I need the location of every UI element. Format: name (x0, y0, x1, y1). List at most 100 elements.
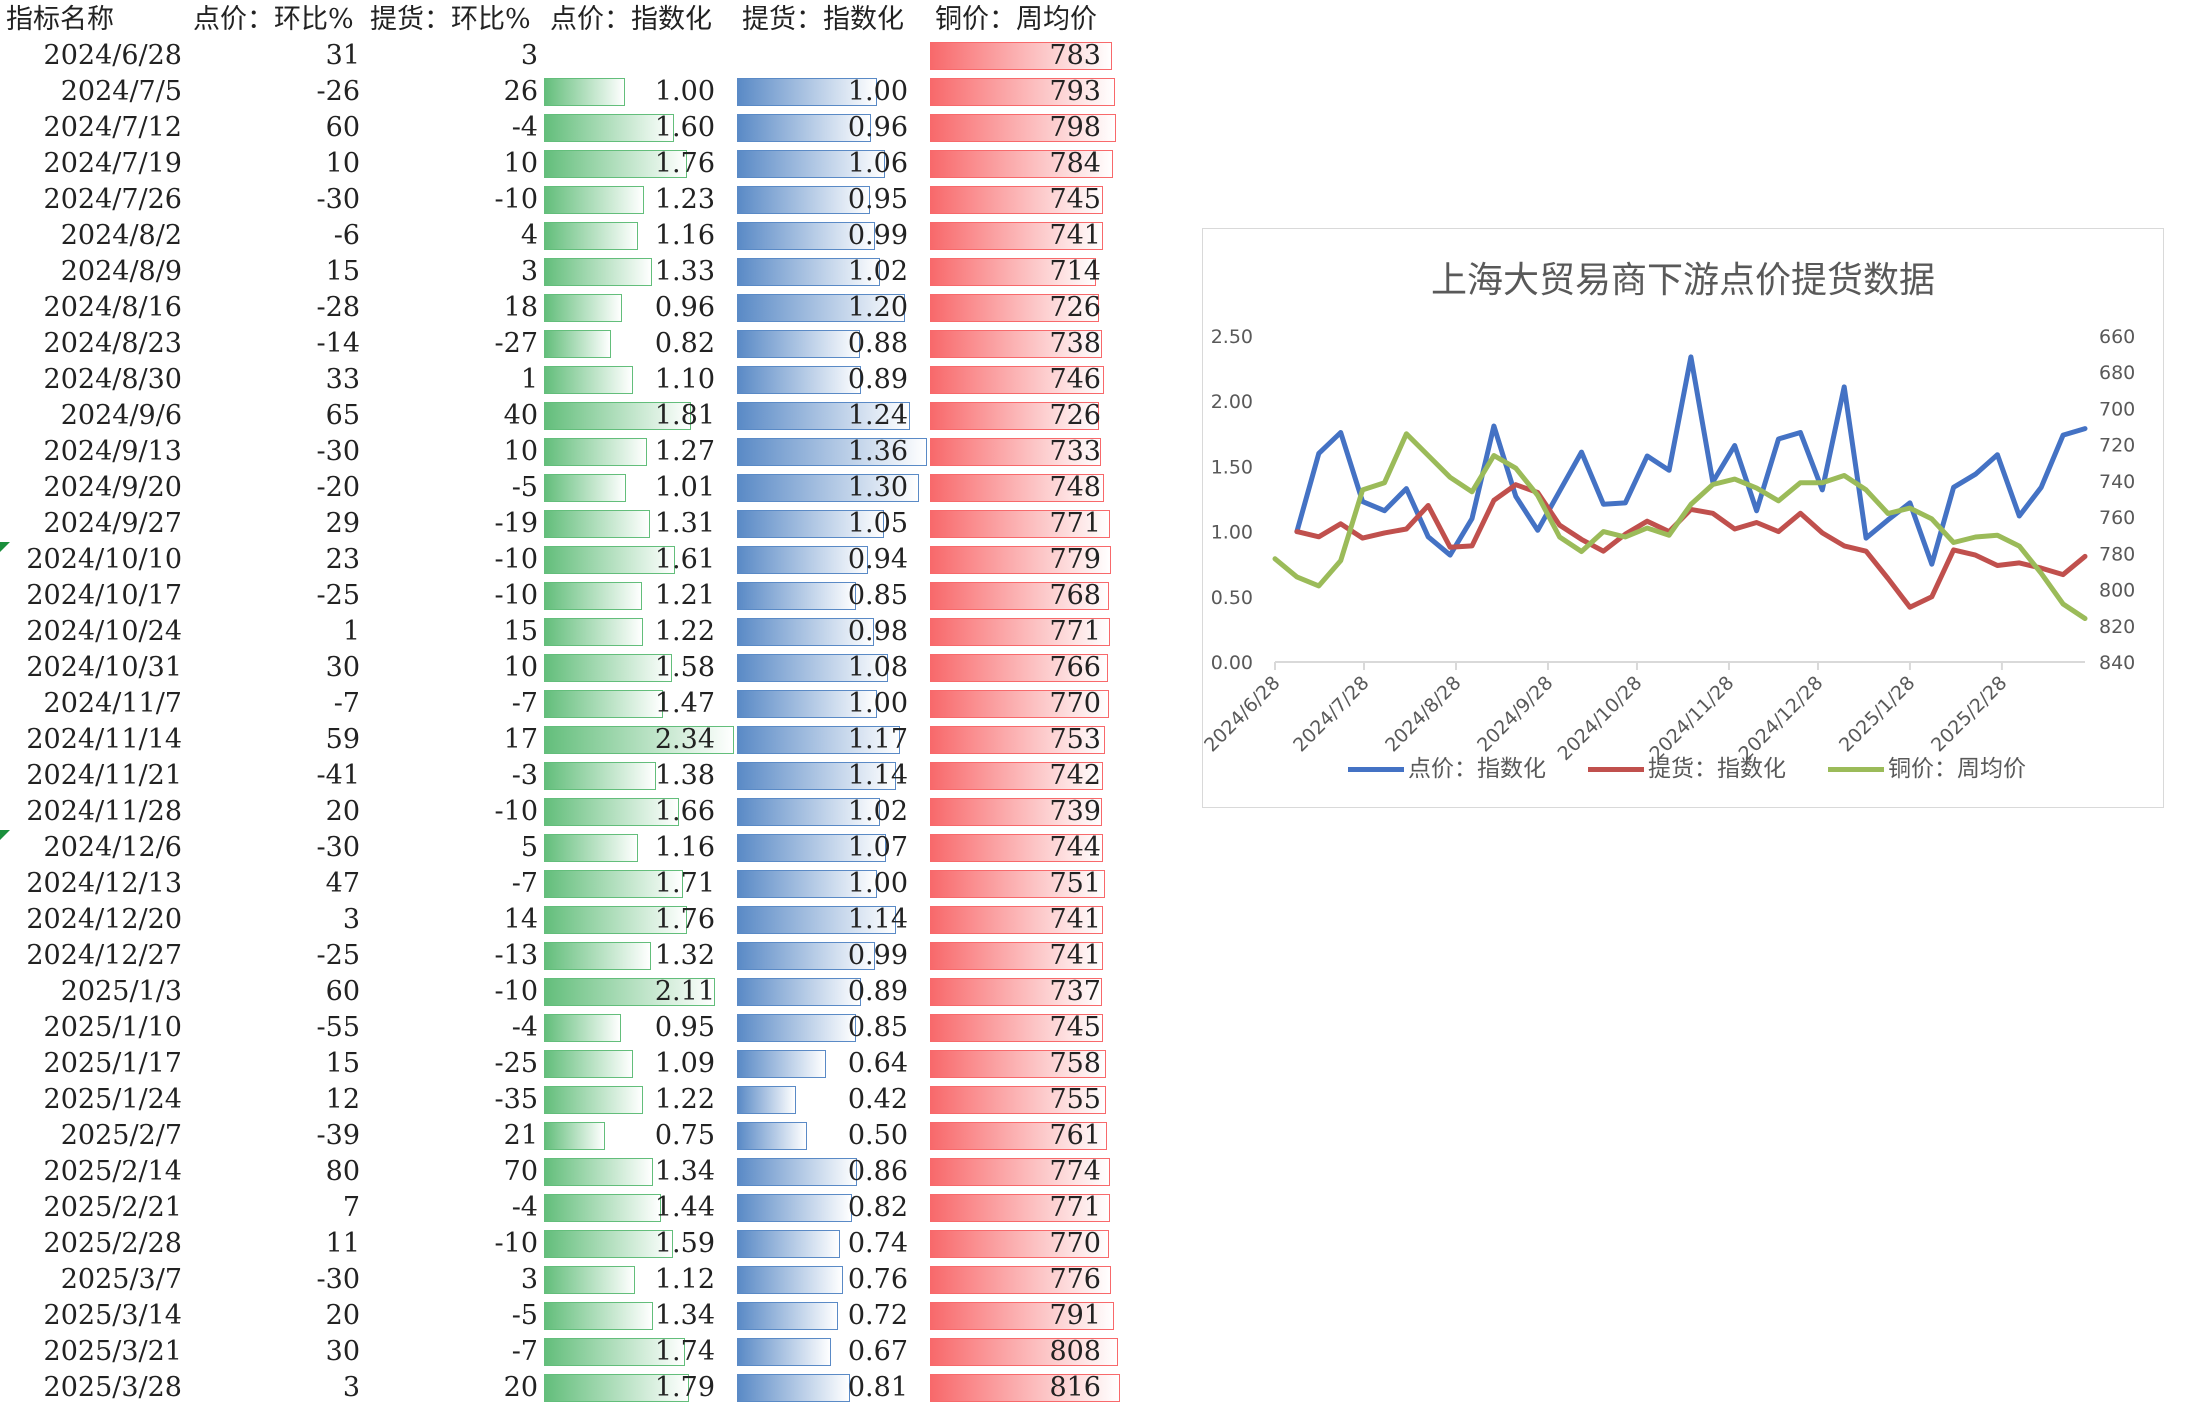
header-dianjia-index[interactable]: 点价：指数化 (550, 2, 712, 38)
dianjia-index-cell[interactable]: 1.38 (543, 758, 735, 794)
date-cell[interactable]: 2024/11/28 (0, 794, 182, 830)
dianjia-index-cell[interactable]: 1.59 (543, 1226, 735, 1262)
date-cell[interactable]: 2025/3/7 (0, 1262, 182, 1298)
date-cell[interactable]: 2024/8/23 (0, 326, 182, 362)
copper-price-cell[interactable]: 774 (929, 1154, 1121, 1190)
date-cell[interactable]: 2024/6/28 (0, 38, 182, 74)
date-cell[interactable]: 2024/8/9 (0, 254, 182, 290)
copper-price-cell[interactable]: 733 (929, 434, 1121, 470)
dianjia-mom-cell[interactable]: 47 (190, 866, 360, 902)
date-cell[interactable]: 2024/10/17 (0, 578, 182, 614)
header-copper-price[interactable]: 铜价：周均价 (935, 2, 1097, 38)
tihuo-mom-cell[interactable]: -4 (368, 110, 538, 146)
tihuo-mom-cell[interactable]: 14 (368, 902, 538, 938)
dianjia-index-cell[interactable]: 1.09 (543, 1046, 735, 1082)
copper-price-cell[interactable]: 737 (929, 974, 1121, 1010)
copper-price-cell[interactable]: 771 (929, 506, 1121, 542)
date-cell[interactable]: 2024/7/19 (0, 146, 182, 182)
tihuo-mom-cell[interactable]: -10 (368, 794, 538, 830)
tihuo-mom-cell[interactable]: 26 (368, 74, 538, 110)
tihuo-mom-cell[interactable]: 10 (368, 146, 538, 182)
line-chart[interactable]: 上海大贸易商下游点价提货数据 0.00 0.50 1.00 1.50 2.00 2.50 6… (1200, 228, 2164, 808)
copper-price-cell[interactable]: 808 (929, 1334, 1121, 1370)
copper-price-cell[interactable]: 748 (929, 470, 1121, 506)
tihuo-index-cell[interactable]: 0.96 (736, 110, 928, 146)
dianjia-mom-cell[interactable]: 60 (190, 974, 360, 1010)
copper-price-cell[interactable]: 816 (929, 1370, 1121, 1406)
dianjia-index-cell[interactable]: 1.34 (543, 1154, 735, 1190)
dianjia-mom-cell[interactable]: -28 (190, 290, 360, 326)
date-cell[interactable]: 2025/2/21 (0, 1190, 182, 1226)
date-cell[interactable]: 2025/1/17 (0, 1046, 182, 1082)
date-cell[interactable]: 2024/9/13 (0, 434, 182, 470)
dianjia-index-cell[interactable]: 1.32 (543, 938, 735, 974)
date-cell[interactable]: 2025/1/3 (0, 974, 182, 1010)
dianjia-mom-cell[interactable]: -25 (190, 938, 360, 974)
dianjia-index-cell[interactable] (543, 38, 735, 74)
dianjia-index-cell[interactable]: 1.74 (543, 1334, 735, 1370)
tihuo-mom-cell[interactable]: -10 (368, 578, 538, 614)
date-cell[interactable]: 2025/2/7 (0, 1118, 182, 1154)
dianjia-index-cell[interactable]: 0.82 (543, 326, 735, 362)
copper-price-cell[interactable]: 738 (929, 326, 1121, 362)
date-cell[interactable]: 2024/8/2 (0, 218, 182, 254)
date-cell[interactable]: 2024/7/5 (0, 74, 182, 110)
tihuo-index-cell[interactable]: 1.24 (736, 398, 928, 434)
tihuo-mom-cell[interactable]: -4 (368, 1010, 538, 1046)
date-cell[interactable]: 2024/9/6 (0, 398, 182, 434)
dianjia-index-cell[interactable]: 1.47 (543, 686, 735, 722)
tihuo-mom-cell[interactable]: 4 (368, 218, 538, 254)
copper-price-cell[interactable]: 758 (929, 1046, 1121, 1082)
date-cell[interactable]: 2024/9/20 (0, 470, 182, 506)
dianjia-index-cell[interactable]: 1.44 (543, 1190, 735, 1226)
tihuo-index-cell[interactable]: 0.98 (736, 614, 928, 650)
copper-price-cell[interactable]: 741 (929, 902, 1121, 938)
dianjia-mom-cell[interactable]: -7 (190, 686, 360, 722)
header-tihuo-mom[interactable]: 提货：环比% (370, 2, 531, 38)
dianjia-index-cell[interactable]: 1.31 (543, 506, 735, 542)
copper-price-cell[interactable]: 770 (929, 1226, 1121, 1262)
dianjia-index-cell[interactable]: 1.22 (543, 1082, 735, 1118)
tihuo-mom-cell[interactable]: -7 (368, 866, 538, 902)
dianjia-mom-cell[interactable]: 20 (190, 1298, 360, 1334)
dianjia-index-cell[interactable]: 1.34 (543, 1298, 735, 1334)
copper-price-cell[interactable]: 770 (929, 686, 1121, 722)
tihuo-mom-cell[interactable]: -27 (368, 326, 538, 362)
tihuo-index-cell[interactable]: 0.89 (736, 974, 928, 1010)
tihuo-mom-cell[interactable]: 20 (368, 1370, 538, 1406)
dianjia-mom-cell[interactable]: 30 (190, 1334, 360, 1370)
date-cell[interactable]: 2024/7/12 (0, 110, 182, 146)
tihuo-index-cell[interactable] (736, 38, 928, 74)
tihuo-mom-cell[interactable]: -10 (368, 1226, 538, 1262)
dianjia-index-cell[interactable]: 1.12 (543, 1262, 735, 1298)
dianjia-index-cell[interactable]: 1.58 (543, 650, 735, 686)
date-cell[interactable]: 2024/10/31 (0, 650, 182, 686)
tihuo-mom-cell[interactable]: 1 (368, 362, 538, 398)
copper-price-cell[interactable]: 746 (929, 362, 1121, 398)
tihuo-index-cell[interactable]: 0.64 (736, 1046, 928, 1082)
tihuo-index-cell[interactable]: 0.99 (736, 938, 928, 974)
copper-price-cell[interactable]: 741 (929, 218, 1121, 254)
tihuo-mom-cell[interactable]: -3 (368, 758, 538, 794)
tihuo-mom-cell[interactable]: -10 (368, 182, 538, 218)
dianjia-index-cell[interactable]: 0.75 (543, 1118, 735, 1154)
tihuo-index-cell[interactable]: 0.95 (736, 182, 928, 218)
dianjia-index-cell[interactable]: 1.16 (543, 218, 735, 254)
copper-price-cell[interactable]: 739 (929, 794, 1121, 830)
date-cell[interactable]: 2025/3/21 (0, 1334, 182, 1370)
tihuo-mom-cell[interactable]: -10 (368, 974, 538, 1010)
dianjia-mom-cell[interactable]: 7 (190, 1190, 360, 1226)
copper-price-cell[interactable]: 753 (929, 722, 1121, 758)
copper-price-cell[interactable]: 714 (929, 254, 1121, 290)
tihuo-index-cell[interactable]: 1.00 (736, 74, 928, 110)
dianjia-index-cell[interactable]: 1.76 (543, 146, 735, 182)
date-cell[interactable]: 2024/8/30 (0, 362, 182, 398)
tihuo-index-cell[interactable]: 0.67 (736, 1334, 928, 1370)
dianjia-mom-cell[interactable]: 3 (190, 1370, 360, 1406)
tihuo-mom-cell[interactable]: 40 (368, 398, 538, 434)
copper-price-cell[interactable]: 745 (929, 182, 1121, 218)
copper-price-cell[interactable]: 766 (929, 650, 1121, 686)
tihuo-mom-cell[interactable]: -19 (368, 506, 538, 542)
tihuo-index-cell[interactable]: 0.85 (736, 578, 928, 614)
tihuo-mom-cell[interactable]: 17 (368, 722, 538, 758)
